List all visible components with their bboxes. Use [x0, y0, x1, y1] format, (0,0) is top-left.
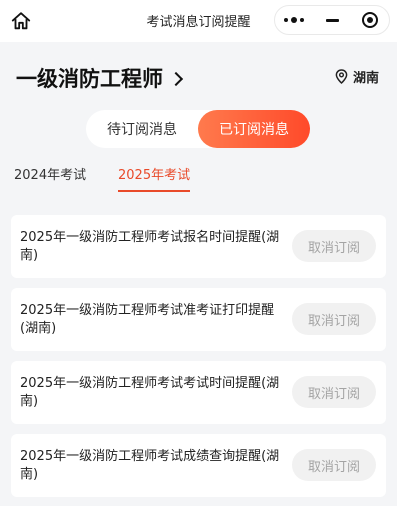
home-button[interactable] — [8, 8, 34, 34]
subscription-card: 2025年一级消防工程师考试考试时间提醒(湖南) 取消订阅 — [11, 361, 386, 424]
tab-subscribed-messages[interactable]: 已订阅消息 — [198, 110, 310, 148]
subscription-card: 2025年一级消防工程师考试成绩查询提醒(湖南) 取消订阅 — [11, 434, 386, 497]
home-icon — [11, 12, 31, 30]
top-nav-bar: 考试消息订阅提醒 — [0, 0, 397, 42]
tab-pending-messages[interactable]: 待订阅消息 — [86, 110, 198, 148]
region-selector[interactable]: 湖南 — [335, 67, 379, 86]
year-tabs: 2024年考试 2025年考试 — [0, 160, 397, 192]
subscription-title: 2025年一级消防工程师考试报名时间提醒(湖南) — [20, 230, 280, 263]
close-record-icon — [362, 12, 378, 28]
more-dots-icon — [284, 17, 304, 23]
unsubscribe-button[interactable]: 取消订阅 — [292, 449, 376, 481]
unsubscribe-button[interactable]: 取消订阅 — [292, 230, 376, 262]
subscription-card: 2025年一级消防工程师考试准考证打印提醒(湖南) 取消订阅 — [11, 288, 386, 351]
tab-year-2025[interactable]: 2025年考试 — [118, 164, 191, 192]
more-button[interactable] — [278, 6, 310, 34]
minimize-icon — [325, 18, 339, 22]
chevron-right-icon — [168, 71, 184, 86]
subscription-card: 2025年一级消防工程师考试报名时间提醒(湖南) 取消订阅 — [11, 215, 386, 278]
location-pin-icon — [335, 69, 348, 84]
unsubscribe-button[interactable]: 取消订阅 — [292, 376, 376, 408]
mini-program-capsule — [274, 5, 390, 35]
unsubscribe-button[interactable]: 取消订阅 — [292, 303, 376, 335]
exam-selector[interactable]: 一级消防工程师 — [16, 63, 184, 93]
subscription-title: 2025年一级消防工程师考试考试时间提醒(湖南) — [20, 376, 280, 409]
region-label: 湖南 — [352, 71, 379, 86]
exam-title: 一级消防工程师 — [16, 67, 163, 91]
subscription-title: 2025年一级消防工程师考试成绩查询提醒(湖南) — [20, 449, 280, 482]
tab-year-2024[interactable]: 2024年考试 — [14, 164, 86, 183]
close-button[interactable] — [354, 6, 386, 34]
subscription-toggle: 待订阅消息 已订阅消息 — [86, 110, 310, 148]
subscription-title: 2025年一级消防工程师考试准考证打印提醒(湖南) — [20, 303, 275, 336]
minimize-button[interactable] — [316, 6, 348, 34]
